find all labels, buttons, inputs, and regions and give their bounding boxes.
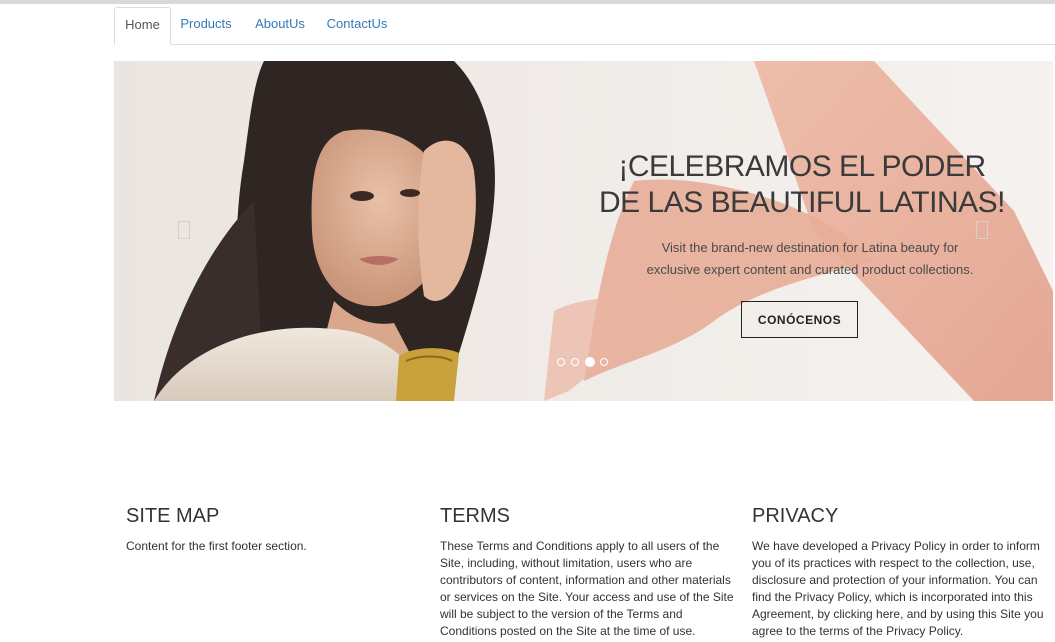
footer-text-line: you of its practices with respect to the… xyxy=(752,556,1035,570)
hero-headline: ¡CELEBRAMOS EL PODER DE LAS BEAUTIFUL LA… xyxy=(592,149,1012,221)
hero-subtext-line: Visit the brand-new destination for Lati… xyxy=(661,240,959,255)
hero-image xyxy=(114,61,1053,401)
carousel-dot-active[interactable] xyxy=(585,357,595,367)
footer-heading: TERMS xyxy=(440,505,510,527)
nav-tabs: Home Products AboutUs ContactUs xyxy=(114,7,1055,45)
tab-about-us[interactable]: AboutUs xyxy=(252,7,308,43)
footer-text-line: disclosure and protection of your inform… xyxy=(752,573,1038,587)
footer-text-line: These Terms and Conditions apply to all … xyxy=(440,539,720,553)
footer-text-line: or services on the Site. Your access and… xyxy=(440,590,734,604)
footer-text-line: Agreement, by clicking here, and by usin… xyxy=(752,607,1044,621)
footer-heading: SITE MAP xyxy=(126,505,220,527)
footer-text-line: will be subject to the version of the Te… xyxy=(440,607,683,621)
hero-headline-line: ¡CELEBRAMOS EL PODER xyxy=(618,150,986,183)
footer-text-line: Site, including, without limitation, use… xyxy=(440,556,693,570)
carousel-dot[interactable] xyxy=(571,358,579,366)
footer-text: These Terms and Conditions apply to all … xyxy=(440,538,735,640)
footer-text-line: contributors of content, information and… xyxy=(440,573,731,587)
footer-text-line: We have developed a Privacy Policy in or… xyxy=(752,539,1040,553)
footer-terms: TERMS These Terms and Conditions apply t… xyxy=(440,504,735,640)
top-border xyxy=(0,0,1055,4)
footer-text: We have developed a Privacy Policy in or… xyxy=(752,538,1047,640)
footer-text: Content for the first footer section. xyxy=(126,538,416,555)
footer-text-line: agree to the terms of the Privacy Policy… xyxy=(752,624,964,638)
carousel-dot[interactable] xyxy=(600,358,608,366)
hero-subtext-line: exclusive expert content and curated pro… xyxy=(646,262,974,277)
hero-headline-line: DE LAS BEAUTIFUL LATINAS! xyxy=(599,186,1005,219)
footer-text-line: Conditions posted on the Site at the tim… xyxy=(440,624,696,638)
footer-privacy: PRIVACY We have developed a Privacy Poli… xyxy=(752,504,1047,640)
chevron-right-icon[interactable] xyxy=(976,221,988,239)
footer-text-line: Content for the first footer section. xyxy=(126,539,307,553)
tab-home[interactable]: Home xyxy=(114,7,171,45)
chevron-left-icon[interactable] xyxy=(178,221,190,239)
hero-subtext: Visit the brand-new destination for Lati… xyxy=(620,237,1000,281)
hero-carousel: ¡CELEBRAMOS EL PODER DE LAS BEAUTIFUL LA… xyxy=(114,61,1053,401)
tab-contact-us[interactable]: ContactUs xyxy=(326,7,388,43)
tab-products[interactable]: Products xyxy=(176,7,236,43)
conocenos-button[interactable]: CONÓCENOS xyxy=(741,301,858,338)
footer-heading: PRIVACY xyxy=(752,505,839,527)
footer-text-line: find the Privacy Policy, which is incorp… xyxy=(752,590,1033,604)
footer-site-map: SITE MAP Content for the first footer se… xyxy=(126,504,416,555)
carousel-dot[interactable] xyxy=(557,358,565,366)
